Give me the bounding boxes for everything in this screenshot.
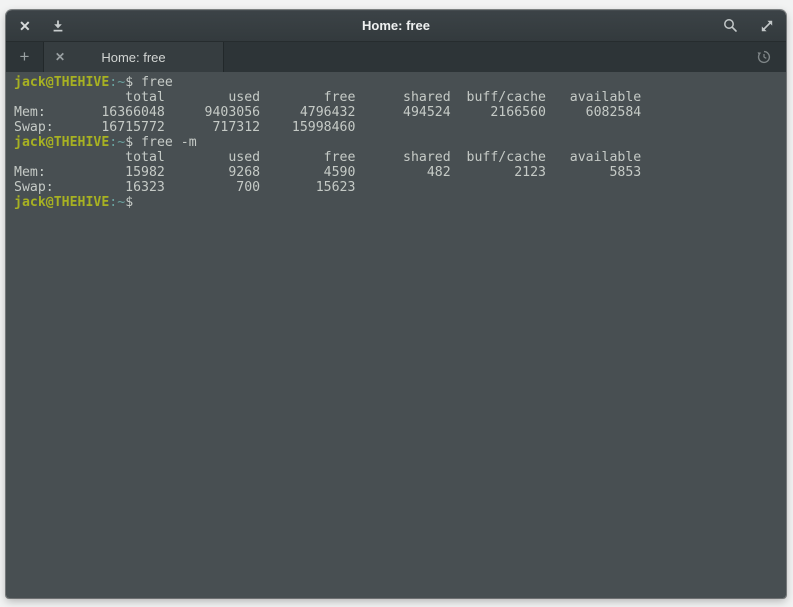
output-header-line: total used free shared buff/cache availa… xyxy=(14,150,786,165)
prompt-line: jack@THEHIVE:~$ xyxy=(14,195,786,210)
prompt-path: ~ xyxy=(117,195,125,210)
prompt-symbol: $ xyxy=(125,195,141,210)
window-close-button[interactable]: ✕ xyxy=(19,19,31,33)
terminal-window: ✕ Home: free xyxy=(6,10,786,598)
prompt-path: ~ xyxy=(117,135,125,150)
prompt-line: jack@THEHIVE:~$ free -m xyxy=(14,135,786,150)
tabbar-spacer xyxy=(224,42,756,72)
output-row-line: Mem: 16366048 9403056 4796432 494524 216… xyxy=(14,105,786,120)
search-icon[interactable] xyxy=(723,18,738,33)
tab-label: Home: free xyxy=(44,50,223,65)
prompt-symbol: $ xyxy=(125,75,141,90)
download-icon[interactable] xyxy=(51,19,65,33)
window-title: Home: free xyxy=(6,18,786,33)
prompt-user-host: jack@THEHIVE xyxy=(14,135,109,150)
prompt-user-host: jack@THEHIVE xyxy=(14,75,109,90)
terminal-output[interactable]: jack@THEHIVE:~$ free total used free sha… xyxy=(6,72,786,598)
prompt-user-host: jack@THEHIVE xyxy=(14,195,109,210)
tab-close-icon[interactable]: ✕ xyxy=(55,50,65,64)
command-text: free xyxy=(141,75,173,90)
titlebar[interactable]: ✕ Home: free xyxy=(6,10,786,42)
command-text: free -m xyxy=(141,135,197,150)
output-row-line: Mem: 15982 9268 4590 482 2123 5853 xyxy=(14,165,786,180)
resize-diagonal-icon[interactable] xyxy=(760,19,774,33)
output-row-line: Swap: 16323 700 15623 xyxy=(14,180,786,195)
output-row-line: Swap: 16715772 717312 15998460 xyxy=(14,120,786,135)
tabbar: + ✕ Home: free xyxy=(6,42,786,72)
new-tab-button[interactable]: + xyxy=(6,42,43,72)
tab-home-free[interactable]: ✕ Home: free xyxy=(43,42,224,72)
prompt-symbol: $ xyxy=(125,135,141,150)
output-header-line: total used free shared buff/cache availa… xyxy=(14,90,786,105)
prompt-line: jack@THEHIVE:~$ free xyxy=(14,75,786,90)
restore-clock-icon[interactable] xyxy=(756,42,772,72)
prompt-path: ~ xyxy=(117,75,125,90)
